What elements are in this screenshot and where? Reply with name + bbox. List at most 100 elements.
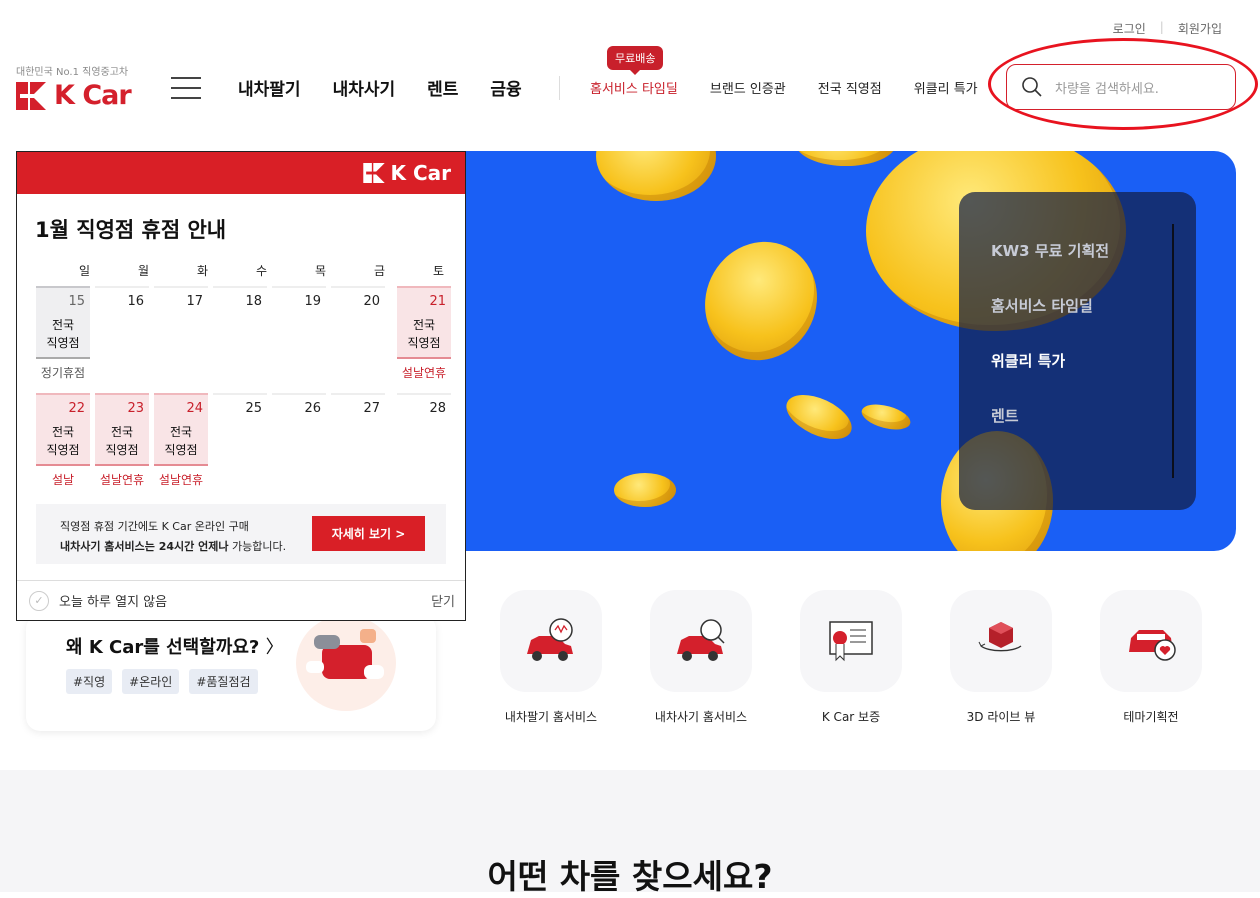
kcar-logo-icon — [362, 163, 385, 183]
day-number: 28 — [429, 401, 446, 416]
day-number: 23 — [127, 401, 144, 416]
close-button[interactable]: 닫기 — [431, 591, 455, 610]
hero-menu-item[interactable]: KW3 무료 기획전 — [991, 240, 1196, 261]
quick-label: 내차팔기 홈서비스 — [504, 710, 598, 724]
closure-caption: 설날 — [51, 473, 75, 487]
info-rest: 가능합니다. — [228, 540, 287, 553]
tag: #품질점검 — [189, 669, 258, 694]
popup-title: 1월 직영점 휴점 안내 — [35, 218, 227, 242]
day-number: 17 — [186, 294, 203, 309]
login-link[interactable]: 로그인 — [1099, 20, 1160, 37]
quick-theme-promotion[interactable]: 테마기획전 — [1100, 590, 1202, 725]
annotation-ellipse — [988, 38, 1258, 130]
signup-link[interactable]: 회원가입 — [1164, 20, 1236, 37]
info-bold: 내차사기 홈서비스는 24시간 언제나 — [60, 540, 229, 553]
closed-label-line: 직영점 — [164, 443, 198, 457]
weekday: 금 — [373, 264, 385, 278]
chat-illustration-icon — [296, 615, 396, 711]
hero-menu-item-active[interactable]: 위클리 특가 — [991, 350, 1196, 371]
closed-label-line: 직영점 — [46, 443, 80, 457]
calendar-day: 25 — [213, 393, 267, 466]
closed-label-line: 직영점 — [105, 443, 139, 457]
day-number: 19 — [304, 294, 321, 309]
tag: #직영 — [66, 669, 113, 694]
closed-label: 전국직영점 — [397, 316, 451, 352]
nav-buy-car[interactable]: 내차사기 — [333, 75, 396, 100]
coin-decoration — [614, 473, 676, 507]
hamburger-menu-icon[interactable] — [171, 77, 201, 99]
quick-3d-live-view[interactable]: 3D 라이브 뷰 — [950, 590, 1052, 725]
weekday: 토 — [432, 264, 444, 278]
kcar-logo[interactable]: K Car — [16, 80, 132, 111]
no-show-today[interactable]: 오늘 하루 열지 않음 — [59, 591, 167, 610]
utility-links: 로그인 | 회원가입 — [1099, 20, 1236, 37]
calendar-day: 28 — [397, 393, 451, 466]
calendar-day: 16 — [95, 286, 149, 359]
closed-label: 전국직영점 — [36, 423, 90, 459]
nav-sell-car[interactable]: 내차팔기 — [238, 75, 301, 100]
closed-label-line: 전국 — [412, 318, 436, 332]
details-button[interactable]: 자세히 보기 > — [312, 516, 425, 551]
hero-menu-item[interactable]: 렌트 — [991, 405, 1196, 426]
coin-decoration — [859, 399, 913, 435]
calendar-day: 17 — [154, 286, 208, 359]
nav-brand-certified[interactable]: 브랜드 인증관 — [710, 78, 786, 97]
weekday: 일 — [78, 264, 90, 278]
weekday: 월 — [137, 264, 149, 278]
day-number: 15 — [68, 294, 85, 309]
closure-caption: 설날연휴 — [99, 473, 145, 487]
nav-weekly-special[interactable]: 위클리 특가 — [914, 78, 978, 97]
kcar-logo-icon — [16, 81, 46, 110]
quick-menu: 내차팔기 홈서비스 내차사기 홈서비스 K Car 보증 3D 라이브 뷰 테마… — [500, 590, 1202, 725]
closed-label-line: 직영점 — [407, 336, 441, 350]
closed-label-line: 전국 — [51, 425, 75, 439]
sub-nav: 홈서비스 타임딜 브랜드 인증관 전국 직영점 위클리 특가 — [590, 78, 978, 97]
coin-decoration — [779, 385, 859, 449]
coin-decoration — [685, 223, 837, 379]
closure-caption: 정기휴점 — [40, 366, 86, 380]
nav-home-service-timedeal[interactable]: 홈서비스 타임딜 — [590, 78, 678, 97]
why-kcar-title-text: 왜 K Car를 선택할까요? — [66, 637, 260, 658]
free-delivery-badge: 무료배송 — [607, 46, 664, 75]
quick-label: 3D 라이브 뷰 — [966, 710, 1036, 724]
calendar-day: 19 — [272, 286, 326, 359]
day-number: 25 — [245, 401, 262, 416]
weekday: 목 — [314, 264, 326, 278]
day-number: 24 — [186, 401, 203, 416]
day-number: 22 — [68, 401, 85, 416]
closed-label-line: 직영점 — [46, 336, 80, 350]
popup-footer: ✓ 오늘 하루 열지 않음 닫기 — [17, 580, 465, 620]
main-nav: 내차팔기 내차사기 렌트 금융 — [238, 75, 522, 100]
calendar-day-closed: 21 전국 직영점 설날연휴 — [397, 286, 451, 380]
brand-tagline: 대한민국 No.1 직영중고차 — [16, 67, 129, 78]
chevron-right-icon: 〉 — [265, 637, 284, 658]
calendar-day: 20 — [331, 286, 385, 359]
calendar-day-closed: 15 전국 직영점 정기휴점 — [36, 286, 90, 380]
weekday: 수 — [255, 264, 267, 278]
why-kcar-card[interactable]: 왜 K Car를 선택할까요? 〉 #직영 #온라인 #품질점검 — [26, 615, 436, 731]
quick-label: K Car 보증 — [821, 710, 881, 724]
closed-label: 전국 직영점 — [36, 316, 90, 352]
checkmark-icon[interactable]: ✓ — [29, 590, 49, 611]
quick-sell-home-service[interactable]: 내차팔기 홈서비스 — [500, 590, 602, 725]
closed-label-line: 전국 — [169, 425, 193, 439]
popup-brand: K Car — [390, 161, 452, 185]
nav-branches[interactable]: 전국 직영점 — [818, 78, 882, 97]
why-kcar-title: 왜 K Car를 선택할까요? 〉 — [66, 633, 284, 659]
certificate-icon — [800, 590, 902, 692]
quick-warranty[interactable]: K Car 보증 — [800, 590, 902, 725]
quick-buy-home-service[interactable]: 내차사기 홈서비스 — [650, 590, 752, 725]
calendar-day-closed: 22 전국직영점 설날 — [36, 393, 90, 487]
tag: #온라인 — [122, 669, 180, 694]
calendar-day: 27 — [331, 393, 385, 466]
weekday: 화 — [196, 264, 208, 278]
nav-finance[interactable]: 금융 — [490, 75, 521, 100]
closed-label: 전국 직영점 — [95, 423, 149, 459]
nav-rent[interactable]: 렌트 — [427, 75, 458, 100]
brand-name: K Car — [54, 80, 132, 111]
popup-header: K Car — [17, 152, 465, 194]
nav-divider — [559, 76, 560, 100]
day-number: 21 — [429, 294, 446, 309]
day-number: 18 — [245, 294, 262, 309]
hero-menu-item[interactable]: 홈서비스 타임딜 — [991, 295, 1196, 316]
